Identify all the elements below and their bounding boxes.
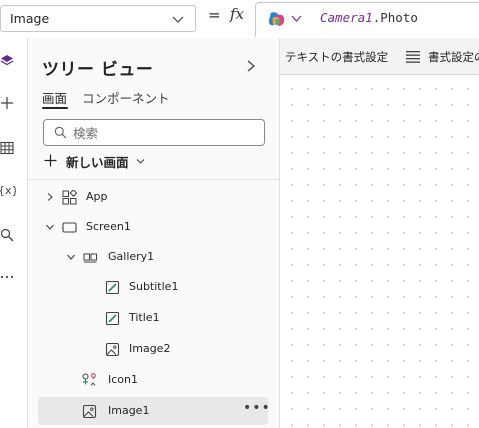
tree-item-label: Image2 xyxy=(129,342,171,355)
copilot-chevron-down-icon[interactable] xyxy=(291,14,302,23)
svg-text:{x}: {x} xyxy=(0,184,16,197)
format-settings-button[interactable]: 書式設定の xyxy=(406,49,479,65)
tree-item-screen1[interactable]: Screen1 xyxy=(38,213,268,241)
tree-item-gallery1[interactable]: Gallery1 xyxy=(38,243,268,271)
search-input[interactable] xyxy=(73,124,253,142)
variables-icon[interactable]: {x} xyxy=(0,183,16,199)
tree-item-label: Image1 xyxy=(108,404,150,417)
power-apps-studio: Image = fx Camera1.Photo テキストの書式設定 書式設定 … xyxy=(0,0,479,428)
formula-identifier: Camera1 xyxy=(320,10,373,25)
format-text-label: テキストの書式設定 xyxy=(285,50,389,64)
icons-control-icon xyxy=(82,373,96,386)
chevron-down-icon xyxy=(136,159,145,164)
tab-components[interactable]: コンポーネント xyxy=(82,88,170,107)
formula-input[interactable]: Camera1.Photo xyxy=(255,2,479,37)
format-text-button[interactable]: テキストの書式設定 xyxy=(263,49,403,65)
chevron-down-icon[interactable] xyxy=(66,252,76,262)
insert-icon[interactable] xyxy=(0,96,16,112)
tab-underline xyxy=(42,107,68,109)
panel-title: ツリー ビュー xyxy=(42,60,154,80)
equals-sign: = xyxy=(208,6,221,24)
image-icon xyxy=(105,342,120,357)
chevron-right-icon[interactable] xyxy=(246,60,256,72)
tree-item-app[interactable]: App xyxy=(38,183,268,211)
property-dropdown-value: Image xyxy=(10,11,50,26)
search-icon xyxy=(54,126,67,139)
chevron-down-icon[interactable] xyxy=(45,222,55,232)
copilot-icon[interactable] xyxy=(267,10,286,29)
left-rail: {x} xyxy=(0,38,27,428)
layers-icon[interactable] xyxy=(0,54,16,70)
label-edit-icon xyxy=(105,311,120,326)
format-settings-label: 書式設定の xyxy=(428,50,479,64)
fx-icon: fx xyxy=(230,5,245,23)
formula-text[interactable]: Camera1.Photo xyxy=(320,10,418,25)
design-canvas[interactable] xyxy=(280,75,479,428)
more-icon[interactable] xyxy=(0,270,16,286)
formula-property: .Photo xyxy=(372,10,418,25)
tree-item-label: App xyxy=(86,190,108,203)
more-options-icon[interactable]: ••• xyxy=(243,400,271,416)
image-icon xyxy=(82,404,97,419)
tree-item-title1[interactable]: Title1 xyxy=(38,304,268,332)
plus-icon xyxy=(44,154,57,167)
data-icon[interactable] xyxy=(0,141,16,157)
app-icon xyxy=(62,190,77,205)
tree-view-panel: ツリー ビュー 画面 コンポーネント 新しい画面 xyxy=(27,38,280,428)
tree-item-image2[interactable]: Image2 xyxy=(38,335,268,363)
tree-item-label: Subtitle1 xyxy=(129,280,179,293)
new-screen-label: 新しい画面 xyxy=(66,155,129,170)
tree-item-label: Title1 xyxy=(129,311,160,324)
chevron-right-icon[interactable] xyxy=(45,192,55,202)
gallery-icon xyxy=(83,253,97,263)
property-dropdown[interactable]: Image xyxy=(0,5,196,32)
search-icon[interactable] xyxy=(0,228,16,244)
formula-bar: Image = fx Camera1.Photo xyxy=(0,0,479,38)
screen-icon xyxy=(62,222,77,233)
tab-screens[interactable]: 画面 xyxy=(42,88,67,107)
tree-item-label: Screen1 xyxy=(86,220,131,233)
search-field[interactable] xyxy=(43,119,265,146)
format-lines-icon xyxy=(406,51,420,63)
label-edit-icon xyxy=(105,280,120,295)
tree-item-label: Gallery1 xyxy=(108,250,155,263)
divider xyxy=(28,179,279,180)
tree-item-icon1[interactable]: Icon1 xyxy=(38,366,268,394)
tree-item-image1[interactable]: Image1 ••• xyxy=(38,397,271,425)
format-toolbar: テキストの書式設定 書式設定の xyxy=(255,38,479,75)
chevron-down-icon xyxy=(172,16,184,23)
tree-item-label: Icon1 xyxy=(108,373,138,386)
tree-item-subtitle1[interactable]: Subtitle1 xyxy=(38,273,268,301)
